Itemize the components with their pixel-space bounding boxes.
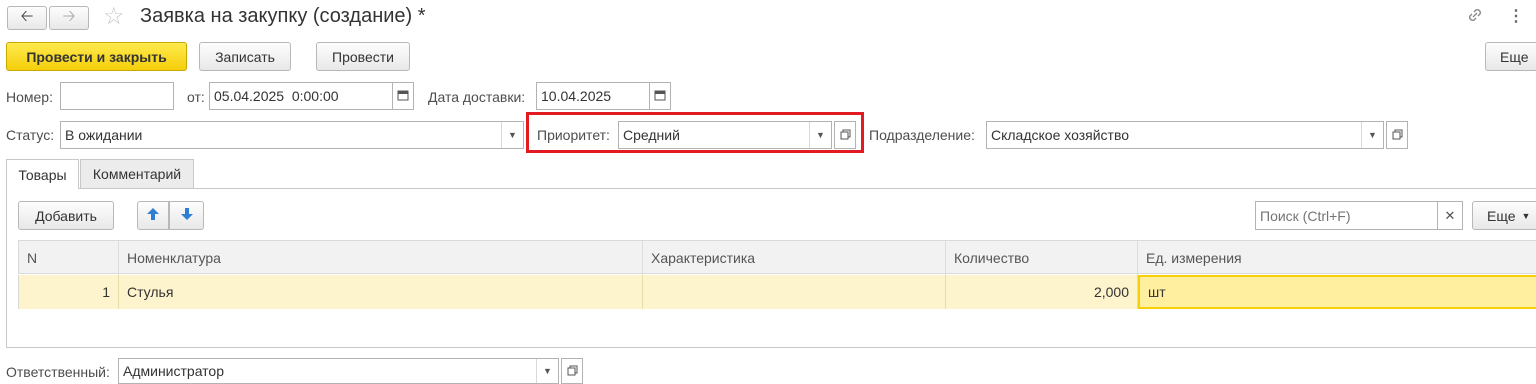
goods-more-button[interactable]: Еще ▼ (1472, 201, 1536, 230)
status-label: Статус: (6, 127, 55, 143)
cell-characteristic[interactable] (643, 275, 946, 309)
save-button[interactable]: Записать (199, 42, 291, 71)
move-up-button[interactable] (137, 201, 169, 230)
responsible-label: Ответственный: (6, 364, 110, 380)
open-icon (1392, 127, 1403, 143)
calendar-icon (654, 88, 666, 104)
chevron-down-icon[interactable]: ▼ (536, 359, 558, 383)
chevron-down-icon[interactable]: ▼ (501, 122, 523, 148)
add-button[interactable]: Добавить (18, 201, 114, 230)
open-icon (840, 127, 851, 143)
clear-search-button[interactable]: ✕ (1437, 201, 1463, 230)
date-field[interactable]: 05.04.2025 0:00:00 (209, 82, 393, 110)
column-header-unit[interactable]: Ед. измерения (1138, 241, 1536, 275)
more-button[interactable]: Еще (1485, 42, 1536, 71)
goods-table-header: N Номенклатура Характеристика Количество… (18, 240, 1536, 275)
back-button[interactable]: 🡠 (7, 6, 47, 30)
priority-value: Средний (623, 127, 680, 143)
priority-label: Приоритет: (537, 127, 610, 143)
cell-item[interactable]: Стулья (119, 275, 643, 309)
division-open-button[interactable] (1386, 121, 1408, 149)
priority-select[interactable]: Средний ▼ (618, 121, 832, 149)
forward-arrow-icon: 🡢 (62, 7, 76, 25)
tab-goods[interactable]: Товары (6, 159, 79, 189)
move-down-button[interactable] (169, 201, 204, 230)
responsible-select[interactable]: Администратор ▼ (118, 358, 559, 384)
clear-icon: ✕ (1444, 207, 1456, 223)
arrow-up-icon (146, 207, 160, 224)
arrow-down-icon (180, 207, 194, 224)
priority-open-button[interactable] (834, 121, 856, 149)
status-select[interactable]: В ожидании ▼ (60, 121, 524, 149)
table-row[interactable]: 1 Стулья 2,000 шт (18, 275, 1536, 309)
column-header-quantity[interactable]: Количество (946, 241, 1138, 275)
cell-n: 1 (19, 275, 119, 309)
number-field[interactable] (60, 82, 174, 110)
column-header-characteristic[interactable]: Характеристика (643, 241, 946, 275)
division-label: Подразделение: (869, 127, 975, 143)
chevron-down-icon[interactable]: ▼ (1361, 122, 1383, 148)
open-icon (567, 363, 578, 379)
division-select[interactable]: Складское хозяйство ▼ (986, 121, 1384, 149)
window-title: Заявка на закупку (создание) * (140, 5, 426, 27)
from-label: от: (187, 89, 205, 105)
cell-quantity[interactable]: 2,000 (946, 275, 1138, 309)
column-header-n[interactable]: N (19, 241, 119, 275)
chevron-down-icon[interactable]: ▼ (809, 122, 831, 148)
post-button[interactable]: Провести (316, 42, 410, 71)
cell-unit[interactable]: шт (1138, 275, 1536, 309)
responsible-open-button[interactable] (561, 358, 583, 384)
delivery-calendar-button[interactable] (649, 82, 671, 110)
kebab-menu-icon[interactable]: ⋮ (1508, 6, 1524, 26)
date-value: 05.04.2025 0:00:00 (214, 88, 339, 104)
column-header-item[interactable]: Номенклатура (119, 241, 643, 275)
delivery-date-field[interactable]: 10.04.2025 (536, 82, 650, 110)
calendar-icon (397, 88, 409, 104)
back-arrow-icon: 🡠 (20, 7, 34, 25)
responsible-value: Администратор (123, 363, 225, 379)
division-value: Складское хозяйство (991, 127, 1130, 143)
search-input[interactable] (1255, 201, 1438, 230)
star-icon[interactable]: ☆ (103, 2, 125, 31)
goods-more-label: Еще (1487, 207, 1516, 224)
date-calendar-button[interactable] (392, 82, 414, 110)
status-value: В ожидании (65, 127, 143, 143)
tab-comment[interactable]: Комментарий (80, 159, 194, 189)
link-icon[interactable] (1466, 6, 1484, 29)
number-label: Номер: (6, 89, 53, 105)
forward-button[interactable]: 🡢 (49, 6, 89, 30)
chevron-down-icon: ▼ (1521, 210, 1531, 221)
post-and-close-button[interactable]: Провести и закрыть (6, 42, 187, 71)
delivery-date-label: Дата доставки: (428, 89, 526, 105)
